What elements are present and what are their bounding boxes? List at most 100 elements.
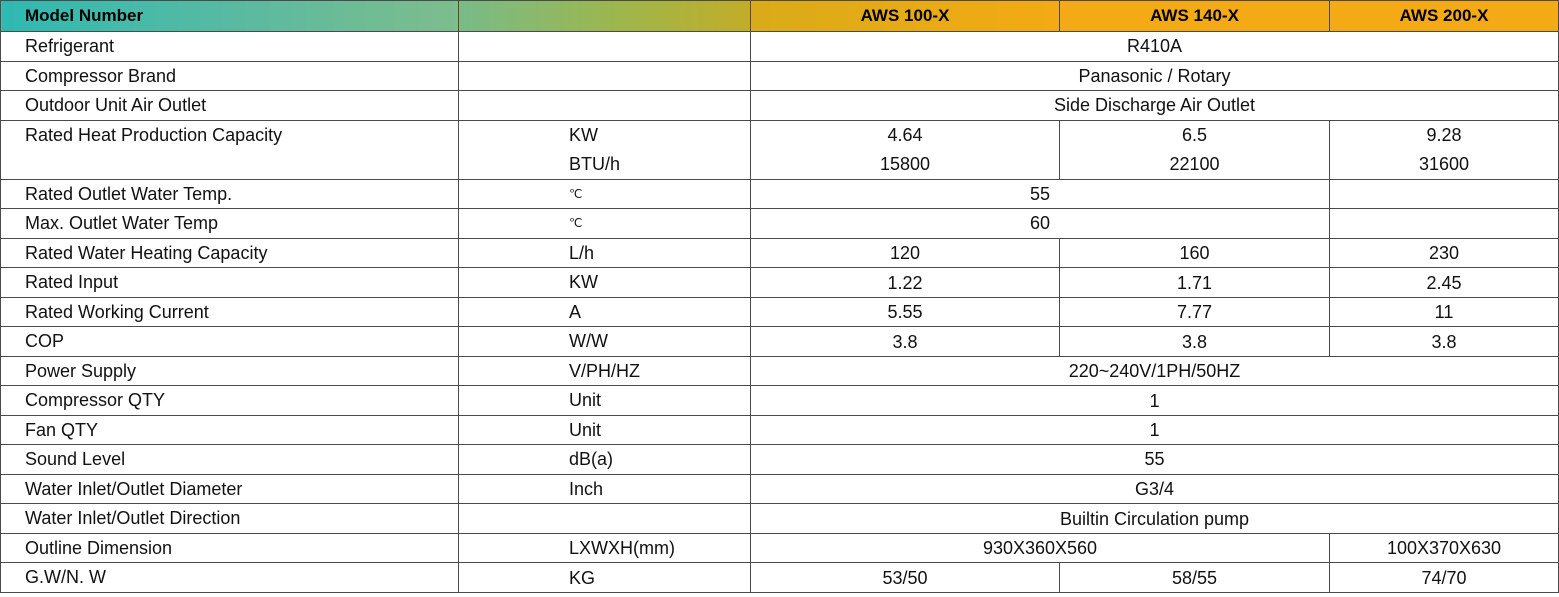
unit-cell: KG: [458, 562, 751, 593]
row-label: Refrigerant: [0, 31, 459, 62]
unit-cell: W/W: [458, 326, 751, 357]
value-cell-2: 7.77: [1059, 296, 1330, 327]
row-working-current: Rated Working Current A 5.55 7.77 11: [0, 296, 1559, 327]
unit-cell: KW BTU/h: [458, 119, 751, 180]
row-label: Rated Outlet Water Temp.: [0, 178, 459, 209]
value-cell: Side Discharge Air Outlet: [750, 90, 1559, 121]
unit-cell: [458, 90, 751, 121]
value-cell: 55: [750, 178, 1330, 209]
value-cell-1: 120: [750, 237, 1060, 268]
row-label: G.W/N. W: [0, 562, 459, 593]
row-label: Water Inlet/Outlet Direction: [0, 503, 459, 534]
row-refrigerant: Refrigerant R410A: [0, 31, 1559, 62]
empty-cell: [1329, 208, 1559, 239]
kw-value: 9.28: [1426, 124, 1462, 145]
row-outlet-temp: Rated Outlet Water Temp. ℃ 55: [0, 178, 1559, 209]
value-cell: 55: [750, 444, 1559, 475]
row-label: Compressor Brand: [0, 60, 459, 91]
unit-cell: ℃: [458, 208, 751, 239]
row-water-heating: Rated Water Heating Capacity L/h 120 160…: [0, 237, 1559, 268]
unit-cell: [458, 503, 751, 534]
row-max-outlet-temp: Max. Outlet Water Temp ℃ 60: [0, 208, 1559, 239]
kw-value: 4.64: [887, 124, 923, 145]
value-cell-1: 3.8: [750, 326, 1060, 357]
unit-cell: ℃: [458, 178, 751, 209]
unit-cell: [458, 60, 751, 91]
btu-value: 31600: [1418, 153, 1470, 174]
header-row: Model Number AWS 100-X AWS 140-X AWS 200…: [0, 0, 1559, 32]
value-cell: G3/4: [750, 473, 1559, 504]
value-cell-2: 160: [1059, 237, 1330, 268]
value-cell-1: 1.22: [750, 267, 1060, 298]
row-air-outlet: Outdoor Unit Air Outlet Side Discharge A…: [0, 90, 1559, 121]
row-label: Rated Input: [0, 267, 459, 298]
kw-value: 6.5: [1181, 124, 1208, 145]
model-number-header: Model Number: [0, 0, 459, 32]
row-heat-capacity: Rated Heat Production Capacity KW BTU/h …: [0, 119, 1559, 180]
row-label: Sound Level: [0, 444, 459, 475]
row-fan-qty: Fan QTY Unit 1: [0, 414, 1559, 445]
row-label: Max. Outlet Water Temp: [0, 208, 459, 239]
unit-cell: Inch: [458, 473, 751, 504]
unit-cell: Unit: [458, 414, 751, 445]
value-cell-3: 2.45: [1329, 267, 1559, 298]
value-cell-2: 6.5 22100: [1059, 119, 1330, 180]
unit-btu: BTU/h: [569, 153, 621, 174]
model-header-2: AWS 140-X: [1059, 0, 1330, 32]
value-cell: Builtin Circulation pump: [750, 503, 1559, 534]
value-cell-1: 53/50: [750, 562, 1060, 593]
value-cell-3: 74/70: [1329, 562, 1559, 593]
row-label: Rated Water Heating Capacity: [0, 237, 459, 268]
model-header-1: AWS 100-X: [750, 0, 1060, 32]
header-spacer: [458, 0, 751, 32]
value-cell: R410A: [750, 31, 1559, 62]
value-cell: 60: [750, 208, 1330, 239]
row-label: Water Inlet/Outlet Diameter: [0, 473, 459, 504]
row-label: COP: [0, 326, 459, 357]
row-power-supply: Power Supply V/PH/HZ 220~240V/1PH/50HZ: [0, 355, 1559, 386]
value-cell-2: 58/55: [1059, 562, 1330, 593]
unit-cell: L/h: [458, 237, 751, 268]
unit-cell: dB(a): [458, 444, 751, 475]
unit-cell: V/PH/HZ: [458, 355, 751, 386]
row-rated-input: Rated Input KW 1.22 1.71 2.45: [0, 267, 1559, 298]
spec-table: Model Number AWS 100-X AWS 140-X AWS 200…: [0, 0, 1559, 593]
value-cell-3: 3.8: [1329, 326, 1559, 357]
value-cell-3: 9.28 31600: [1329, 119, 1559, 180]
row-label: Compressor QTY: [0, 385, 459, 416]
row-label: Outdoor Unit Air Outlet: [0, 90, 459, 121]
model-header-3: AWS 200-X: [1329, 0, 1559, 32]
value-cell-2: 1.71: [1059, 267, 1330, 298]
unit-kw: KW: [569, 124, 598, 145]
row-sound-level: Sound Level dB(a) 55: [0, 444, 1559, 475]
value-cell: 1: [750, 385, 1559, 416]
row-compressor-brand: Compressor Brand Panasonic / Rotary: [0, 60, 1559, 91]
row-label: Rated Heat Production Capacity: [0, 119, 459, 180]
row-pipe-direction: Water Inlet/Outlet Direction Builtin Cir…: [0, 503, 1559, 534]
unit-cell: Unit: [458, 385, 751, 416]
value-cell-shared: 930X360X560: [750, 532, 1330, 563]
btu-value: 22100: [1169, 153, 1220, 174]
value-cell-3: 230: [1329, 237, 1559, 268]
row-cop: COP W/W 3.8 3.8 3.8: [0, 326, 1559, 357]
empty-cell: [1329, 178, 1559, 209]
unit-cell: KW: [458, 267, 751, 298]
unit-cell: [458, 31, 751, 62]
unit-cell: LXWXH(mm): [458, 532, 751, 563]
value-cell-2: 3.8: [1059, 326, 1330, 357]
value-cell-1: 4.64 15800: [750, 119, 1060, 180]
value-cell: 220~240V/1PH/50HZ: [750, 355, 1559, 386]
row-label: Rated Working Current: [0, 296, 459, 327]
row-pipe-diameter: Water Inlet/Outlet Diameter Inch G3/4: [0, 473, 1559, 504]
value-cell: Panasonic / Rotary: [750, 60, 1559, 91]
row-label: Outline Dimension: [0, 532, 459, 563]
unit-cell: A: [458, 296, 751, 327]
value-cell-3: 100X370X630: [1329, 532, 1559, 563]
value-cell: 1: [750, 414, 1559, 445]
row-weight: G.W/N. W KG 53/50 58/55 74/70: [0, 562, 1559, 593]
row-dimension: Outline Dimension LXWXH(mm) 930X360X560 …: [0, 532, 1559, 563]
row-label: Power Supply: [0, 355, 459, 386]
value-cell-3: 11: [1329, 296, 1559, 327]
row-compressor-qty: Compressor QTY Unit 1: [0, 385, 1559, 416]
value-cell-1: 5.55: [750, 296, 1060, 327]
